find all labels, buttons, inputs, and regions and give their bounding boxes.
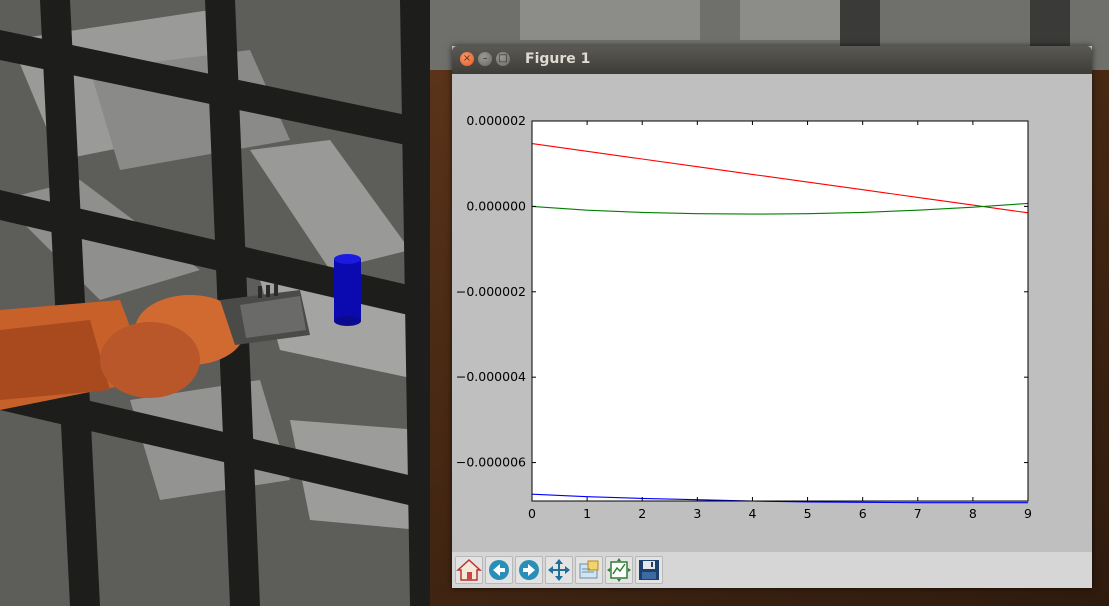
wall-panel-1 xyxy=(520,0,700,40)
x-tick-label: 8 xyxy=(969,506,977,521)
close-icon: × xyxy=(462,53,472,64)
configure-subplots-button[interactable] xyxy=(605,556,633,584)
zoom-to-rect-icon xyxy=(579,560,599,579)
figure-window[interactable]: × – □ Figure 1 0 1 2 3 4 5 6 7 8 9 0.000002 0.00000… xyxy=(452,46,1092,588)
blue-cylinder xyxy=(334,254,361,326)
x-tick-label: 2 xyxy=(638,506,646,521)
figure-canvas[interactable]: 0 1 2 3 4 5 6 7 8 9 0.000002 0.000000 −0.000002 −0.00… xyxy=(452,74,1092,552)
maximize-icon: □ xyxy=(498,53,508,64)
wall-post-1 xyxy=(840,0,880,46)
window-title: Figure 1 xyxy=(525,51,591,67)
y-tick-label: −0.000002 xyxy=(456,284,526,299)
forward-arrow-icon xyxy=(519,560,539,580)
x-tick-label: 6 xyxy=(859,506,867,521)
line-chart[interactable]: 0 1 2 3 4 5 6 7 8 9 0.000002 0.000000 −0.000002 −0.00… xyxy=(452,74,1092,552)
back-button[interactable] xyxy=(485,556,513,584)
x-tick-label: 9 xyxy=(1024,506,1032,521)
x-tick-label: 5 xyxy=(804,506,812,521)
minimize-icon: – xyxy=(482,53,488,64)
configure-subplots-icon xyxy=(607,558,631,582)
save-button[interactable] xyxy=(635,556,663,584)
x-tick-label: 1 xyxy=(583,506,591,521)
home-button[interactable] xyxy=(455,556,483,584)
forward-button[interactable] xyxy=(515,556,543,584)
title-bar[interactable]: × – □ Figure 1 xyxy=(452,46,1092,74)
save-icon xyxy=(639,560,659,580)
x-tick-label: 4 xyxy=(748,506,756,521)
y-tick-label: 0.000000 xyxy=(466,198,526,213)
zoom-button[interactable] xyxy=(575,556,603,584)
minimize-button[interactable]: – xyxy=(478,52,492,66)
wall-post-2 xyxy=(1030,0,1070,46)
y-tick-label: −0.000004 xyxy=(456,369,526,384)
home-icon xyxy=(456,558,482,581)
x-tick-label: 7 xyxy=(914,506,922,521)
navigation-toolbar xyxy=(452,552,1092,588)
maximize-button[interactable]: □ xyxy=(496,52,510,66)
back-arrow-icon xyxy=(489,560,509,580)
pan-icon xyxy=(548,559,570,581)
close-button[interactable]: × xyxy=(460,52,474,66)
y-tick-label: 0.000002 xyxy=(466,113,526,128)
y-tick-label: −0.000006 xyxy=(456,455,526,470)
x-tick-label: 3 xyxy=(693,506,701,521)
x-tick-label: 0 xyxy=(528,506,536,521)
pan-button[interactable] xyxy=(545,556,573,584)
